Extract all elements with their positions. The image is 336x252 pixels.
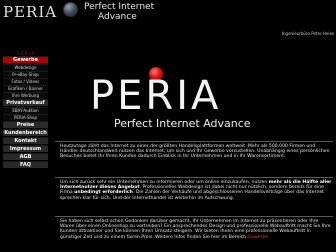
- hero-logo-subtitle: Perfect Internet Advance: [114, 117, 251, 130]
- globe-icon: [63, 2, 78, 17]
- sidebar-item-agb[interactable]: AGB: [3, 153, 48, 160]
- site-logo[interactable]: PERIA: [3, 3, 57, 21]
- sidebar-item-preise[interactable]: Preise: [3, 121, 48, 128]
- tagline-line2: Advance: [98, 12, 137, 22]
- sidebar-item-grafiken-banner[interactable]: Grafiken / Banner: [3, 85, 48, 92]
- divider: [55, 177, 333, 178]
- offer-paragraph: Sie haben sich selbst schon Gedanken dar…: [60, 219, 332, 240]
- sidebar-item-ihre-werbung[interactable]: Ihre Werbung: [3, 92, 48, 99]
- header: PERIA Perfect Internet Advance: [0, 0, 336, 26]
- sidebar-item-webdesign[interactable]: Webdesign: [3, 64, 48, 71]
- sidebar-item-privatverkauf[interactable]: Privatverkauf: [3, 99, 48, 106]
- sidebar-item-kundenbereich[interactable]: Kundenbereich: [3, 129, 48, 136]
- sidebar-item-impressum[interactable]: Impressum: [3, 145, 48, 152]
- divider: [55, 216, 333, 217]
- hero-logo-word: PERIA: [90, 73, 222, 119]
- sidebar-item-ebay-auktion[interactable]: EBAY-Auktion: [3, 107, 48, 114]
- para3-text: Sie haben sich selbst schon Gedanken dar…: [60, 219, 331, 240]
- intro-paragraph: Heutzutage zählt das Internet zu einer d…: [60, 144, 330, 160]
- gewerbe-link[interactable]: Gewerbe: [248, 235, 269, 240]
- sidebar-item-gewerbe[interactable]: Gewerbe: [3, 56, 48, 63]
- sidebar-item-fotos-videos[interactable]: Fotos / Videos: [3, 78, 48, 85]
- sidebar-item-peria-shop[interactable]: PERIA-Shop: [3, 114, 48, 121]
- sidebar-nav: P E R I A Gewerbe Webdesign Pr-eBay-Shop Fo…: [0, 51, 50, 174]
- divider: [55, 141, 333, 142]
- sidebar-item-faq[interactable]: FAQ: [3, 161, 48, 168]
- tagline-line1: Perfect Internet: [84, 2, 155, 12]
- sidebar-item-kontakt[interactable]: Kontakt: [3, 137, 48, 144]
- company-label: Ingenieurbüro Peter Heise: [281, 31, 334, 36]
- webdesign-paragraph: Um sich zurück sehr ein Unternehmen zu i…: [60, 180, 332, 201]
- sidebar-item-pr-ebay-shop[interactable]: Pr-eBay-Shop: [3, 71, 48, 78]
